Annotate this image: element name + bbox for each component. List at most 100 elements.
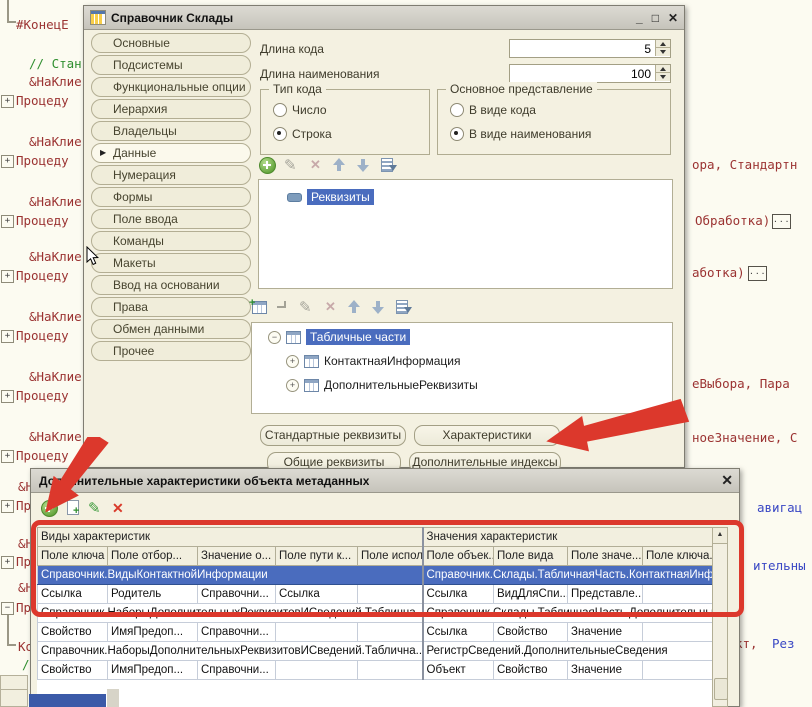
characteristics-button[interactable]: Характеристики (414, 425, 560, 446)
add-tabular-section-icon[interactable]: + (252, 301, 267, 314)
move-up-icon[interactable] (332, 157, 348, 173)
cell[interactable]: Свойство (38, 661, 108, 680)
code-fold-toggle[interactable]: + (1, 500, 14, 513)
close-icon[interactable]: ✕ (668, 11, 678, 25)
radio-as-code[interactable]: В виде кода (450, 103, 536, 117)
edit-icon[interactable] (299, 299, 315, 315)
code-fold-toggle[interactable]: + (1, 155, 14, 168)
cell[interactable]: Справочни... (198, 623, 276, 642)
radio-icon[interactable] (273, 103, 287, 117)
radio-icon[interactable] (450, 103, 464, 117)
spinner[interactable] (655, 65, 670, 82)
tab-numbering[interactable]: Нумерация (91, 165, 251, 185)
radio-string[interactable]: Строка (273, 127, 332, 141)
tree-item-label[interactable]: КонтактнаяИнформация (324, 354, 460, 368)
title-bar[interactable]: Дополнительные характеристики объекта ме… (31, 469, 739, 493)
tab-input-field[interactable]: Поле ввода (91, 209, 251, 229)
cell[interactable]: Значение (568, 661, 643, 680)
move-down-icon[interactable] (371, 299, 387, 315)
title-bar[interactable]: Справочник Склады _ □ ✕ (84, 6, 684, 30)
cell[interactable]: ИмяПредоп... (108, 623, 198, 642)
collapse-icon[interactable] (287, 193, 302, 202)
tree-item-label[interactable]: ДополнительныеРеквизиты (324, 378, 478, 392)
cell[interactable] (276, 623, 358, 642)
spinner[interactable] (655, 40, 670, 57)
code-fold-toggle[interactable]: + (1, 215, 14, 228)
minimize-button[interactable]: _ (636, 11, 643, 25)
sort-icon[interactable] (395, 299, 411, 315)
cell[interactable] (358, 661, 423, 680)
spin-down-icon[interactable] (655, 48, 670, 56)
spin-up-icon[interactable] (655, 40, 670, 48)
attributes-root-label[interactable]: Реквизиты (307, 189, 374, 205)
tab-functional-options[interactable]: Функциональные опции (91, 77, 251, 97)
tree-item[interactable]: + КонтактнаяИнформация (286, 354, 460, 368)
tab-rights[interactable]: Права (91, 297, 251, 317)
collapsed-code-marker[interactable]: ... (772, 214, 791, 229)
cell[interactable] (358, 623, 423, 642)
move-down-icon[interactable] (356, 157, 372, 173)
cell[interactable] (643, 661, 713, 680)
code-fold-toggle[interactable]: + (1, 270, 14, 283)
code-fold-toggle[interactable]: + (1, 95, 14, 108)
table-row[interactable]: Свойство ИмяПредоп... Справочни... Ссылк… (38, 623, 713, 642)
cell[interactable]: Ссылка (423, 623, 494, 642)
cell[interactable]: Свойство (38, 623, 108, 642)
cell[interactable]: Свойство (494, 623, 568, 642)
tab-hierarchy[interactable]: Иерархия (91, 99, 251, 119)
expand-icon[interactable]: + (286, 379, 299, 392)
cell[interactable]: ИмяПредоп... (108, 661, 198, 680)
table-row[interactable]: Свойство ИмяПредоп... Справочни... Объек… (38, 661, 713, 680)
cell[interactable]: Значение (568, 623, 643, 642)
tab-owners[interactable]: Владельцы (91, 121, 251, 141)
code-fold-toggle[interactable]: + (1, 450, 14, 463)
standard-attributes-button[interactable]: Стандартные реквизиты (260, 425, 406, 446)
attributes-list[interactable]: Реквизиты (258, 179, 673, 289)
code-fold-toggle[interactable]: + (1, 556, 14, 569)
code-fold-toggle[interactable]: + (1, 330, 14, 343)
name-length-field[interactable]: 100 (509, 64, 671, 83)
radio-as-name[interactable]: В виде наименования (450, 127, 591, 141)
cell[interactable] (276, 661, 358, 680)
list-item[interactable]: Реквизиты (287, 189, 374, 205)
tab-main[interactable]: Основные (91, 33, 251, 53)
edit-icon[interactable] (284, 157, 300, 173)
cell[interactable]: Справочни... (198, 661, 276, 680)
code-length-field[interactable]: 5 (509, 39, 671, 58)
move-up-icon[interactable] (347, 299, 363, 315)
code-fold-toggle[interactable]: − (1, 602, 14, 615)
spin-up-icon[interactable] (655, 65, 670, 73)
add-attribute-icon[interactable] (275, 299, 291, 315)
tab-commands[interactable]: Команды (91, 231, 251, 251)
radio-icon[interactable] (273, 127, 287, 141)
tree-root-label[interactable]: Табличные части (306, 329, 410, 345)
sort-icon[interactable] (380, 157, 396, 173)
expand-icon[interactable]: + (286, 355, 299, 368)
radio-icon[interactable] (450, 127, 464, 141)
cell[interactable]: Свойство (494, 661, 568, 680)
delete-icon[interactable] (323, 299, 339, 315)
delete-icon[interactable] (308, 157, 324, 173)
add-icon[interactable] (259, 157, 276, 174)
cell[interactable]: РегистрСведений.ДополнительныеСведения (423, 642, 713, 661)
tab-data-exchange[interactable]: Обмен данными (91, 319, 251, 339)
collapsed-code-marker[interactable]: ... (748, 266, 767, 281)
maximize-button[interactable]: □ (652, 11, 659, 25)
collapse-icon[interactable]: − (268, 331, 281, 344)
tab-data[interactable]: Данные (91, 143, 251, 163)
table-row[interactable]: Справочник.НаборыДополнительныхРеквизито… (38, 642, 713, 661)
close-icon[interactable]: ✕ (721, 472, 733, 489)
tab-templates[interactable]: Макеты (91, 253, 251, 273)
scroll-thumb[interactable] (714, 678, 728, 700)
code-fold-toggle[interactable]: + (1, 390, 14, 403)
radio-number[interactable]: Число (273, 103, 327, 117)
cell[interactable]: Справочник.НаборыДополнительныхРеквизито… (38, 642, 423, 661)
cell[interactable]: Объект (423, 661, 494, 680)
tab-input-based-on[interactable]: Ввод на основании (91, 275, 251, 295)
tab-forms[interactable]: Формы (91, 187, 251, 207)
tab-subsystems[interactable]: Подсистемы (91, 55, 251, 75)
tab-other[interactable]: Прочее (91, 341, 251, 361)
cell[interactable] (643, 623, 713, 642)
spin-down-icon[interactable] (655, 73, 670, 81)
tree-item[interactable]: + ДополнительныеРеквизиты (286, 378, 478, 392)
